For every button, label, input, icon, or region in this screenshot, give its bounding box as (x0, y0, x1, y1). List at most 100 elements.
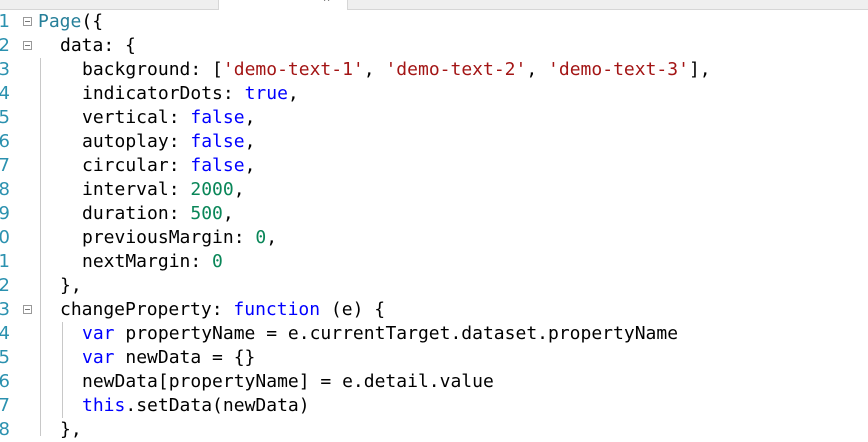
code-token: function (233, 299, 321, 320)
code-token: Page (38, 11, 82, 32)
code-token: 'demo-text-3' (548, 59, 689, 80)
code-token: , (287, 83, 299, 104)
line-number: 2 (0, 275, 10, 296)
code-token: ], (688, 59, 711, 80)
line-number: 3 (0, 299, 10, 320)
line-number: 9 (0, 203, 10, 224)
code-token: 0 (212, 251, 223, 272)
code-line[interactable]: 4 indicatorDots: true, (0, 82, 868, 106)
code-text: }, (60, 418, 82, 442)
code-line[interactable]: 8 interval: 2000, (0, 178, 868, 202)
code-line[interactable]: 1 nextMargin: 0 (0, 250, 868, 274)
line-number: 6 (0, 131, 10, 152)
code-token: 'demo-text-1' (222, 59, 364, 80)
line-number: 5 (0, 347, 10, 368)
code-token: .setData(newData) (125, 395, 310, 416)
code-token: previousMargin: (82, 227, 256, 248)
code-token: this (82, 395, 126, 416)
code-token: newData = {} (114, 347, 256, 368)
code-text: background: ['demo-text-1', 'demo-text-2… (82, 58, 711, 82)
code-text: }, (60, 274, 82, 298)
code-text: nextMargin: 0 (82, 250, 223, 274)
line-number: 4 (0, 83, 10, 104)
code-line[interactable]: 4 var propertyName = e.currentTarget.data… (0, 322, 868, 346)
code-token: 2000 (190, 179, 234, 200)
code-token: , (222, 203, 234, 224)
code-line[interactable]: 8}, (0, 418, 868, 442)
tab-index-js[interactable]: × (218, 0, 348, 10)
code-text: vertical: false, (82, 106, 255, 130)
code-token: indicatorDots: (82, 83, 245, 104)
line-number: 7 (0, 395, 10, 416)
code-token: var (82, 323, 115, 344)
line-number: 4 (0, 323, 10, 344)
code-token: autoplay: (82, 131, 191, 152)
code-line[interactable]: 7 this.setData(newData) (0, 394, 868, 418)
code-token: , (266, 227, 278, 248)
code-token: ({ (81, 11, 104, 32)
fold-collapse-icon[interactable] (23, 41, 32, 50)
line-number: 8 (0, 419, 10, 440)
code-text: changeProperty: function (e) { (60, 298, 385, 322)
code-text: interval: 2000, (82, 178, 245, 202)
code-line[interactable]: 0 previousMargin: 0, (0, 226, 868, 250)
line-number: 3 (0, 59, 10, 80)
code-line[interactable]: 5 vertical: false, (0, 106, 868, 130)
code-token: true (244, 83, 288, 104)
code-line[interactable]: 3 background: ['demo-text-1', 'demo-text-… (0, 58, 868, 82)
indent-guide (62, 322, 63, 418)
code-token: , (526, 59, 549, 80)
code-token: 'demo-text-2' (385, 59, 527, 80)
code-text: indicatorDots: true, (82, 82, 299, 106)
close-icon[interactable]: × (323, 0, 330, 5)
line-number: 6 (0, 371, 10, 392)
code-line[interactable]: 7 circular: false, (0, 154, 868, 178)
code-line[interactable]: 6 newData[propertyName] = e.detail.value (0, 370, 868, 394)
code-line[interactable]: 2}, (0, 274, 868, 298)
code-token: vertical: (82, 107, 191, 128)
code-text: circular: false, (82, 154, 255, 178)
code-token: newData[propertyName] = e.detail.value (82, 371, 494, 392)
code-token: 500 (190, 203, 223, 224)
tab-file-1[interactable] (0, 0, 120, 9)
fold-collapse-icon[interactable] (23, 17, 32, 26)
code-token: false (190, 155, 245, 176)
code-line[interactable]: 9 duration: 500, (0, 202, 868, 226)
indent-guide (40, 58, 41, 436)
code-text: previousMargin: 0, (82, 226, 277, 250)
code-token: , (244, 155, 256, 176)
code-token: data: { (60, 35, 136, 56)
code-token: , (244, 131, 256, 152)
code-token: (e) { (320, 299, 386, 320)
code-text: this.setData(newData) (82, 394, 310, 418)
code-line[interactable]: 3 changeProperty: function (e) { (0, 298, 868, 322)
code-token: interval: (82, 179, 191, 200)
line-number: 0 (0, 227, 10, 248)
code-text: duration: 500, (82, 202, 234, 226)
code-text: var propertyName = e.currentTarget.datas… (82, 322, 678, 346)
line-number: 8 (0, 179, 10, 200)
code-line[interactable]: 2 data: { (0, 34, 868, 58)
code-token: changeProperty: (60, 299, 234, 320)
fold-collapse-icon[interactable] (23, 305, 32, 314)
tab-file-2[interactable] (120, 0, 219, 9)
tab-bar: × (0, 0, 868, 10)
code-line[interactable]: 5 var newData = {} (0, 346, 868, 370)
code-token: , (233, 179, 245, 200)
code-token: }, (60, 275, 82, 296)
line-number: 1 (0, 11, 10, 32)
code-text: data: { (60, 34, 136, 58)
code-token: , (244, 107, 256, 128)
code-text: autoplay: false, (82, 130, 255, 154)
code-token: var (82, 347, 115, 368)
code-line[interactable]: 6 autoplay: false, (0, 130, 868, 154)
code-token: false (190, 131, 245, 152)
code-line[interactable]: 1 Page({ (0, 10, 868, 34)
code-text: var newData = {} (82, 346, 255, 370)
code-token: , (363, 59, 386, 80)
line-number: 5 (0, 107, 10, 128)
code-token: nextMargin: (82, 251, 213, 272)
line-number: 2 (0, 35, 10, 56)
code-token: }, (60, 419, 82, 440)
code-token: circular: (82, 155, 191, 176)
